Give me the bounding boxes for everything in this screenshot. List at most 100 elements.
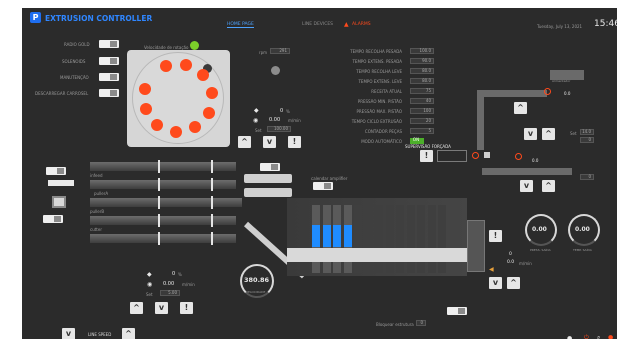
bottom-label: Bloquear estrutura [376, 322, 414, 327]
parameter-field[interactable]: 100 [410, 108, 434, 114]
right-down-button-a[interactable]: v [524, 128, 537, 140]
toggle-label-radio-gold: RADIO GOLD [64, 42, 90, 47]
right-up-button-b[interactable]: ^ [542, 180, 555, 192]
speed-gauge-value: 380.86 [244, 276, 270, 284]
die-device [467, 220, 485, 272]
parameter-field[interactable]: 80.0 [410, 68, 434, 74]
parameter-field[interactable]: 100.0 [410, 48, 434, 54]
toggle-label-solenoids: SOLENOIDS [62, 59, 86, 64]
conveyor-line-1 [90, 160, 236, 173]
toggle-unload-carousel[interactable] [99, 89, 119, 97]
line-down-button[interactable]: v [155, 302, 168, 314]
parameter-label: CONTADOR PEÇAS [364, 129, 402, 134]
status-green-indicator [190, 41, 199, 50]
conveyor-line-5 [90, 232, 236, 245]
temperature-gauge-label: TEMP. SAÍDA [573, 248, 592, 252]
warning-orange-icon: ◀ [489, 266, 494, 273]
set-b-field[interactable]: 0 [580, 137, 594, 143]
toggle-lower-right[interactable] [447, 307, 467, 315]
lower-right-up-button[interactable]: ^ [507, 277, 520, 289]
center-setpoint-field[interactable]: 100.00 [267, 126, 291, 132]
parameter-label: TEMPO EXTENS. LEVE [358, 79, 402, 84]
line-up-button[interactable]: ^ [130, 302, 143, 314]
stack-column [354, 205, 362, 273]
alert-icon[interactable]: ● [608, 334, 613, 339]
line-1-indicator [48, 180, 74, 186]
right-panel-title: SUPERVISÃO FORÇADA [405, 144, 451, 149]
parameter-label: TEMPO CICLO EXTRUSÃO [351, 119, 402, 124]
stack-fill-blue [333, 225, 341, 247]
status-gray-indicator [271, 66, 280, 75]
date-display: Tuesday, July 13, 2021 [537, 24, 583, 29]
tab-line-devices[interactable]: LINE DEVICES [302, 22, 333, 27]
parameter-field[interactable]: 80.0 [410, 78, 434, 84]
line-action-button[interactable]: ! [180, 302, 193, 314]
cutter-block-a [244, 174, 292, 183]
right-up-button-a[interactable]: ^ [542, 128, 555, 140]
toggle-mid[interactable] [313, 182, 333, 190]
conveyor-line-3 [90, 196, 242, 209]
warning-icon: ▲ [344, 21, 349, 28]
tab-home-page[interactable]: HOME PAGE [227, 22, 254, 28]
user-icon[interactable]: ● [567, 335, 572, 339]
diamond-icon-2: ◆ [147, 271, 152, 278]
carousel-roller [169, 125, 182, 138]
right-panel-action-button[interactable]: ! [420, 150, 433, 162]
toggle-cutter[interactable] [260, 163, 280, 171]
hopper-label: Alimentador [552, 79, 571, 83]
right-red-ring-2 [515, 153, 522, 160]
right-small-readout: 0.0 [532, 158, 539, 163]
parameter-field[interactable]: 20 [410, 118, 434, 124]
hopper-up-button[interactable]: ^ [514, 102, 527, 114]
toggle-maintenance[interactable] [99, 73, 119, 81]
set-c-field[interactable]: 0 [580, 174, 594, 180]
right-down-button-b[interactable]: v [520, 180, 533, 192]
search-icon[interactable]: ⌕ [597, 334, 600, 339]
mid-label: calendar amplifier [311, 176, 348, 181]
parameter-field[interactable]: 5 [410, 128, 434, 134]
line-speed-up-button[interactable]: ^ [122, 328, 135, 339]
line-speed-down-button[interactable]: v [62, 328, 75, 339]
carousel-action-button[interactable]: ! [288, 136, 301, 148]
center-speed: 0.00 [269, 117, 281, 123]
diamond-icon: ◆ [254, 107, 259, 114]
clock-display: 15:46 [594, 19, 617, 29]
app-title: EXTRUSION CONTROLLER [45, 14, 153, 23]
parameter-label: PRESSÃO MIN. PISTÃO [357, 99, 402, 104]
stack-fill-blue [312, 225, 320, 247]
hopper-beam [477, 90, 547, 97]
hopper-value: 0.0 [564, 91, 571, 96]
parameter-label: MODO AUTOMÁTICO [361, 139, 402, 144]
toggle-solenoids[interactable] [99, 57, 119, 65]
hopper-red-icon [544, 88, 551, 95]
rpm-field[interactable]: 291 [270, 48, 290, 54]
stack-column [406, 205, 415, 273]
pipe-horizontal [287, 248, 477, 262]
center-speed-unit: m/min [288, 118, 301, 123]
center-setpoint-prefix: Set [255, 128, 262, 133]
parameter-field[interactable]: 40 [410, 98, 434, 104]
die-action-button[interactable]: ! [489, 230, 502, 242]
toggle-radio-gold[interactable] [99, 40, 119, 48]
stack-column [427, 205, 436, 273]
toggle-label-maintenance: MANUTENÇÃO [60, 75, 89, 80]
right-panel-box [437, 150, 467, 162]
bottom-field[interactable]: 0 [416, 320, 426, 326]
set-a-field[interactable]: 14.0 [580, 129, 594, 135]
gauge-icon: ◉ [253, 117, 259, 124]
toggle-line-device[interactable] [43, 215, 63, 223]
toggle-line-1[interactable] [46, 167, 66, 175]
pressure-gauge-label: PRESS. SAÍDA [530, 248, 551, 252]
line-device-icon [52, 196, 66, 208]
parameter-field[interactable]: 90.0 [410, 58, 434, 64]
lower-right-unit: m/min [519, 261, 532, 266]
temperature-gauge-value: 0.00 [575, 226, 590, 233]
left-speed: 0.00 [163, 281, 175, 287]
lower-right-down-button[interactable]: v [489, 277, 502, 289]
carousel-up-button[interactable]: ^ [238, 136, 251, 148]
tab-alarms[interactable]: ALARMS [352, 22, 371, 27]
carousel-down-button[interactable]: v [263, 136, 276, 148]
parameter-field[interactable]: 75 [410, 88, 434, 94]
power-icon[interactable]: ⏻ [584, 334, 589, 339]
left-setpoint-field[interactable]: 5.00 [160, 290, 180, 296]
